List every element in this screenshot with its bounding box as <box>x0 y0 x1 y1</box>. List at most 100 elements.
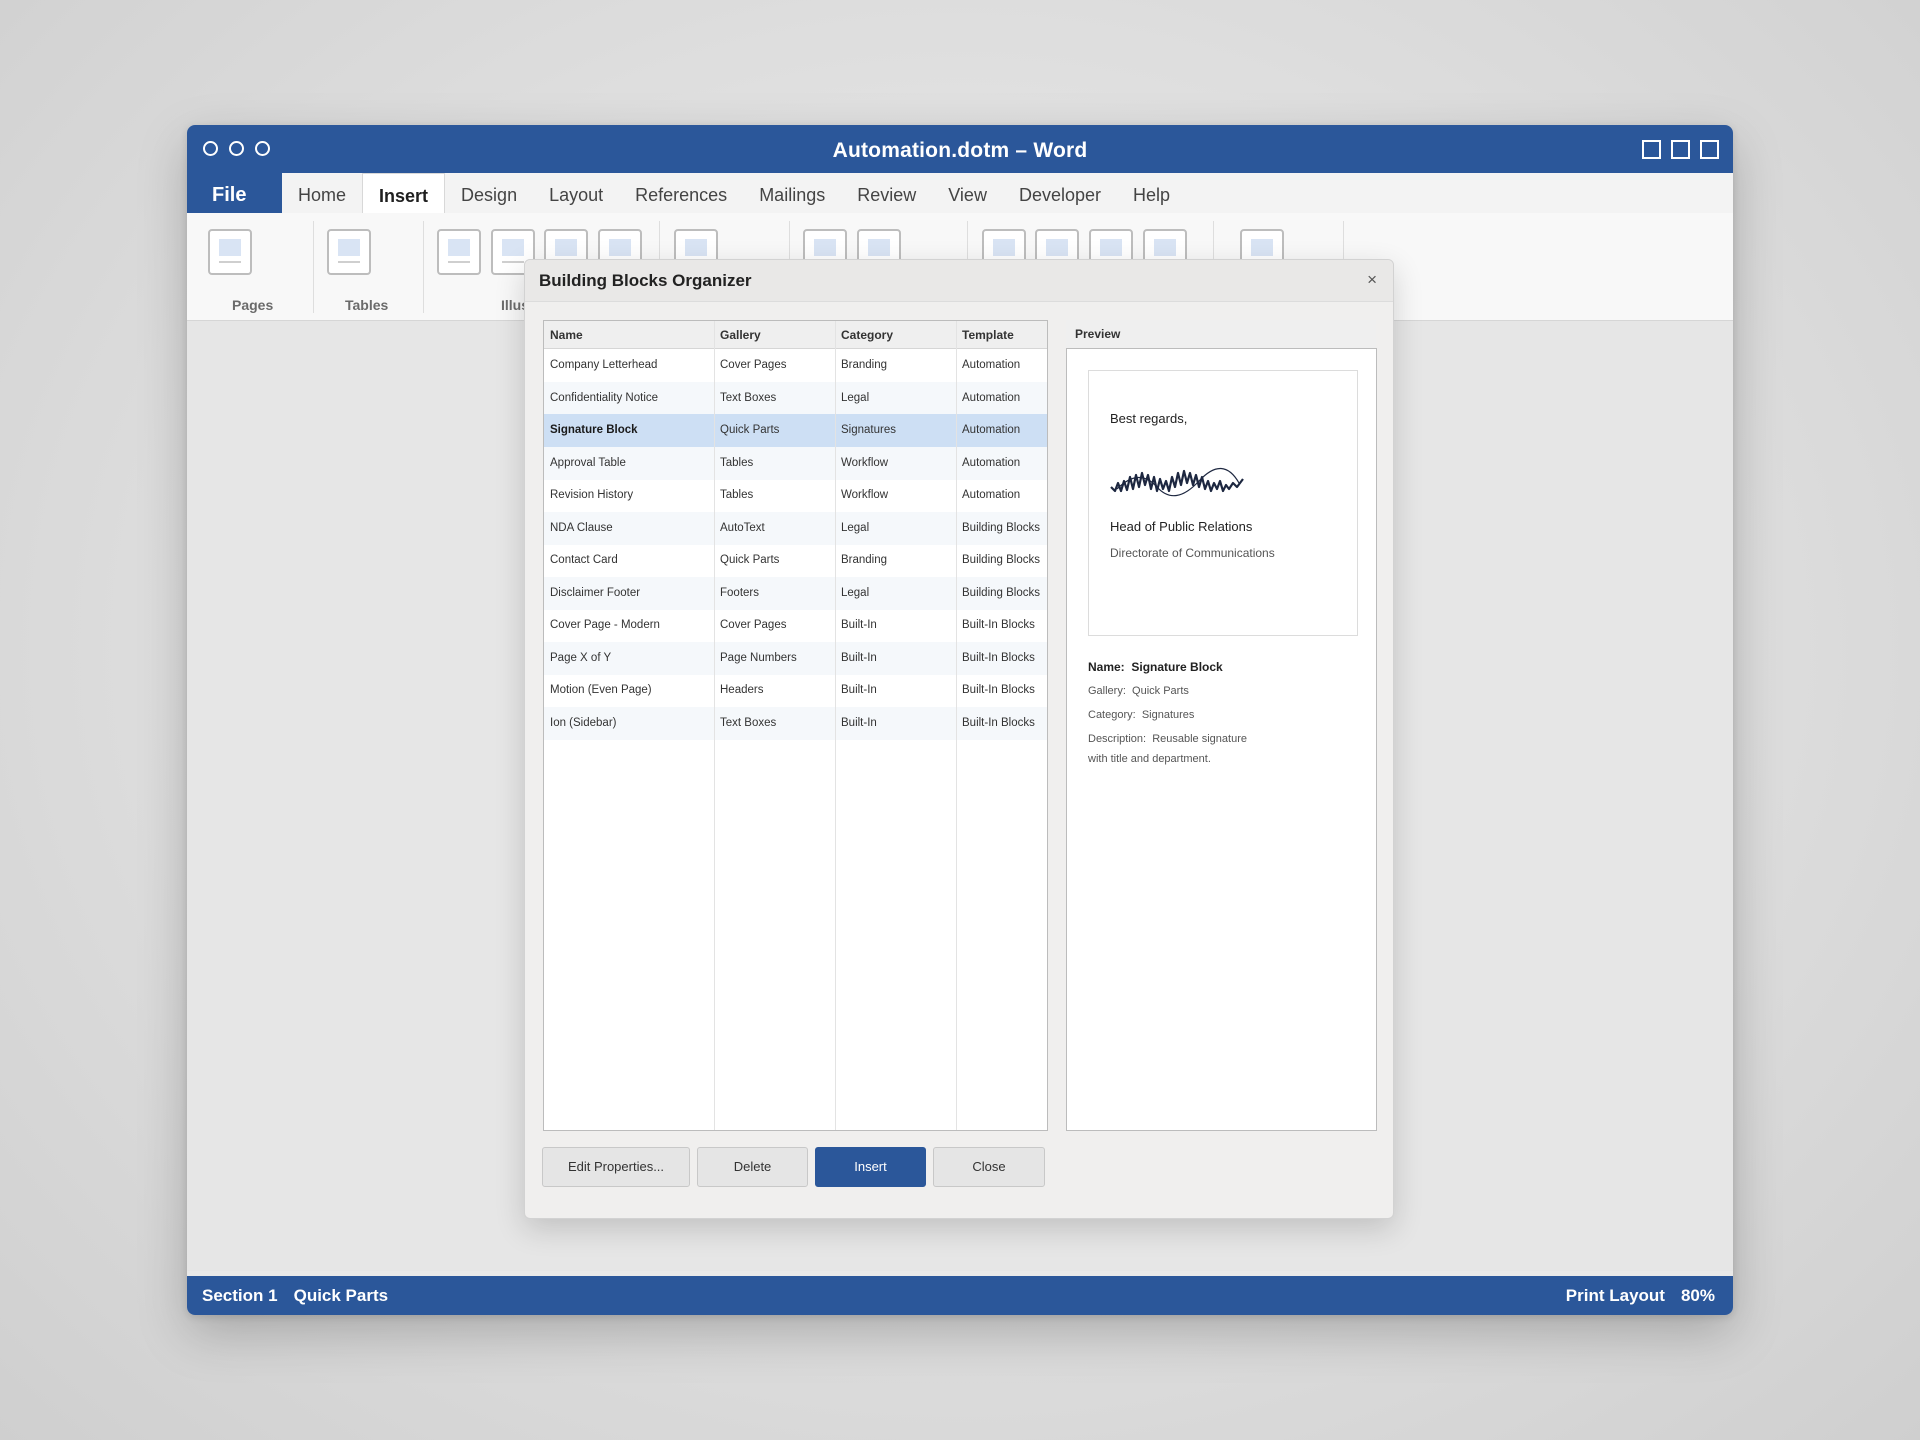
cell-category: Branding <box>841 554 888 566</box>
tab-help[interactable]: Help <box>1117 173 1186 213</box>
cell-template: Building Blocks <box>962 521 1040 534</box>
cell-template: Building Blocks <box>962 554 1040 566</box>
status-bar: Section 1 Quick Parts Print Layout 80% <box>187 1276 1733 1315</box>
preview-signer-title: Head of Public Relations <box>1110 519 1253 534</box>
table-row[interactable]: Ion (Sidebar) Text Boxes Built-In Built-In … <box>544 706 1047 740</box>
minimize-window-icon[interactable] <box>1642 140 1661 159</box>
cell-category: Signatures <box>841 424 896 436</box>
ribbon-group-tables: Tables <box>345 297 389 313</box>
cell-name: Page X of Y <box>550 651 612 664</box>
preview-document: Best regards, Head of Public Relations D… <box>1088 370 1358 636</box>
cell-category: Legal <box>841 521 870 534</box>
column-divider <box>835 321 836 1130</box>
preview-category-value: Signatures <box>1141 709 1195 721</box>
preview-name-label: Name: <box>1088 660 1125 674</box>
table-row[interactable]: NDA Clause AutoText Legal Building Blocks <box>544 511 1047 545</box>
preview-label: Preview <box>1066 320 1376 348</box>
ribbon-group-pages: Pages <box>232 297 274 313</box>
column-divider <box>714 321 715 1130</box>
cell-template: Automation <box>962 424 1021 436</box>
preview-category-label: Category: <box>1088 709 1136 721</box>
cell-name: Approval Table <box>550 456 626 469</box>
tab-design[interactable]: Design <box>445 173 533 213</box>
cell-category: Built-In <box>841 684 877 696</box>
status-view[interactable]: Print Layout <box>1566 1276 1665 1315</box>
cell-gallery: Cover Pages <box>720 359 787 371</box>
cell-gallery: Tables <box>720 456 754 469</box>
list-header: Name Gallery Category Template <box>544 321 1047 349</box>
cell-template: Built-In Blocks <box>962 619 1035 631</box>
tab-insert[interactable]: Insert <box>362 173 446 213</box>
table-row[interactable]: Page X of Y Page Numbers Built-In Built-In … <box>544 641 1047 675</box>
cell-template: Building Blocks <box>962 586 1040 599</box>
cell-category: Legal <box>841 391 870 404</box>
cell-category: Legal <box>841 586 870 599</box>
preview-description-line2: with title and department. <box>1088 753 1211 765</box>
table-row[interactable]: Contact Card Quick Parts Branding Building … <box>544 544 1047 577</box>
building-blocks-dialog: Building Blocks Organizer × Name Gallery… <box>524 259 1394 1219</box>
cell-template: Built-In Blocks <box>962 684 1035 696</box>
preview-gallery-label: Gallery: <box>1088 685 1126 697</box>
cell-gallery: Quick Parts <box>720 424 780 436</box>
ribbon-separator <box>313 221 314 313</box>
cell-gallery: Footers <box>720 586 759 599</box>
edit-properties-button[interactable]: Edit Properties... <box>542 1147 690 1187</box>
dialog-close-icon[interactable]: × <box>1367 270 1377 290</box>
preview-gallery-line: Gallery: Quick Parts <box>1088 685 1189 697</box>
cell-gallery: Text Boxes <box>720 716 777 729</box>
column-header-gallery[interactable]: Gallery <box>720 328 761 342</box>
column-header-template[interactable]: Template <box>962 328 1014 342</box>
table-row[interactable]: Company Letterhead Cover Pages Branding Aut… <box>544 349 1047 382</box>
cell-name: Confidentiality Notice <box>550 391 659 404</box>
tab-review[interactable]: Review <box>841 173 932 213</box>
column-divider <box>956 321 957 1130</box>
cell-gallery: Headers <box>720 684 764 696</box>
window-controls <box>1642 140 1719 159</box>
table-ribbon-icon[interactable] <box>327 229 371 275</box>
column-header-category[interactable]: Category <box>841 328 893 342</box>
preview-name-value: Signature Block <box>1131 660 1223 674</box>
tab-view[interactable]: View <box>932 173 1003 213</box>
restore-window-icon[interactable] <box>1671 140 1690 159</box>
insert-button[interactable]: Insert <box>815 1147 926 1187</box>
table-row[interactable]: Revision History Tables Workflow Automation <box>544 479 1047 512</box>
tab-layout[interactable]: Layout <box>533 173 619 213</box>
title-bar: Automation.dotm – Word <box>187 125 1733 173</box>
table-row[interactable]: Confidentiality Notice Text Boxes Legal Aut… <box>544 381 1047 415</box>
cell-category: Built-In <box>841 716 877 729</box>
tab-mailings[interactable]: Mailings <box>743 173 841 213</box>
cell-name: Signature Block <box>550 424 638 436</box>
close-window-icon[interactable] <box>1700 140 1719 159</box>
tab-developer[interactable]: Developer <box>1003 173 1117 213</box>
cell-gallery: AutoText <box>720 521 765 534</box>
cell-category: Workflow <box>841 456 889 469</box>
building-blocks-list[interactable]: Name Gallery Category Template Company L… <box>543 320 1048 1131</box>
cell-template: Automation <box>962 359 1021 371</box>
table-row[interactable]: Disclaimer Footer Footers Legal Building Bl… <box>544 576 1047 610</box>
preview-gallery-value: Quick Parts <box>1132 685 1189 697</box>
tab-references[interactable]: References <box>619 173 743 213</box>
cover-page-ribbon-icon[interactable] <box>208 229 252 275</box>
tab-home[interactable]: Home <box>282 173 362 213</box>
table-row[interactable]: Cover Page - Modern Cover Pages Built-In Bu… <box>544 609 1047 642</box>
table-row[interactable]: Approval Table Tables Workflow Automation <box>544 446 1047 480</box>
dialog-title-bar: Building Blocks Organizer × <box>525 260 1393 302</box>
column-header-name[interactable]: Name <box>550 328 583 342</box>
cell-gallery: Text Boxes <box>720 391 777 404</box>
tab-list: Home Insert Design Layout References Mailings… <box>282 173 1186 213</box>
cell-template: Automation <box>962 489 1021 501</box>
close-button[interactable]: Close <box>933 1147 1045 1187</box>
status-zoom[interactable]: 80% <box>1681 1276 1715 1315</box>
cell-category: Built-In <box>841 651 877 664</box>
cell-name: Motion (Even Page) <box>550 684 652 696</box>
delete-button[interactable]: Delete <box>697 1147 808 1187</box>
pictures-ribbon-icon[interactable] <box>437 229 481 275</box>
window-title: Automation.dotm – Word <box>832 139 1088 162</box>
tab-file[interactable]: File <box>187 173 282 213</box>
preview-description-text: Reusable signature <box>1152 733 1247 745</box>
table-row[interactable]: Signature Block Quick Parts Signatures Auto… <box>544 414 1047 447</box>
cell-name: Ion (Sidebar) <box>550 716 617 729</box>
table-row[interactable]: Motion (Even Page) Headers Built-In Built-I… <box>544 674 1047 707</box>
preview-name-line: Name: Signature Block <box>1088 660 1223 674</box>
cell-name: Contact Card <box>550 554 618 566</box>
